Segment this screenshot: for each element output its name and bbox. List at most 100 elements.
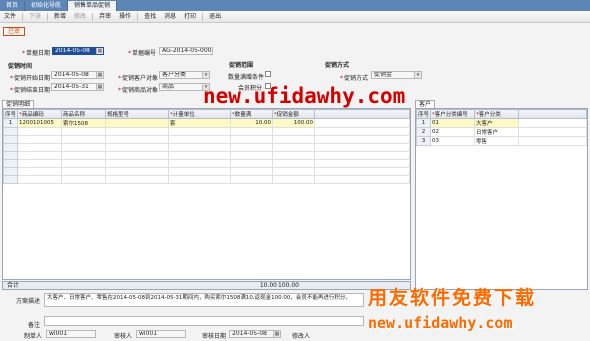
table-row[interactable]: 1 01 大客户 (416, 118, 587, 128)
empty-cell[interactable] (61, 143, 106, 152)
empty-cell[interactable] (17, 143, 62, 152)
cust-code-cell[interactable]: 02 (430, 127, 475, 137)
empty-cell[interactable] (168, 135, 231, 144)
empty-cell[interactable] (230, 159, 273, 168)
empty-cell[interactable] (272, 175, 315, 184)
cust-object-select[interactable]: 客户分类 ▾ (159, 71, 210, 79)
empty-cell[interactable] (230, 143, 273, 152)
goods-amount-cell[interactable]: 100.00 (272, 118, 315, 128)
table-row[interactable] (3, 159, 410, 168)
table-row[interactable] (3, 135, 410, 144)
empty-cell[interactable] (105, 167, 169, 176)
goods-name-cell[interactable]: 索尔1508 (61, 118, 106, 128)
goods-code-cell[interactable]: 1200101005 (17, 118, 62, 128)
col-header-cust-code[interactable]: *客户分类编号 (430, 109, 475, 119)
next-button[interactable]: 下张 (25, 11, 45, 23)
message-button[interactable]: 消息 (160, 11, 180, 23)
table-row[interactable]: 1 1200101005 索尔1508 套 10.00 100.00 (3, 118, 410, 128)
file-menu[interactable]: 文件 (0, 11, 20, 23)
empty-cell[interactable] (230, 167, 273, 176)
empty-cell[interactable] (272, 127, 315, 136)
table-row[interactable] (3, 167, 410, 176)
empty-cell[interactable] (17, 135, 62, 144)
table-row[interactable] (3, 151, 410, 160)
find-button[interactable]: 查找 (140, 11, 160, 23)
desc-field[interactable]: 大客户、日常客户、零售在2014-05-08到2014-05-31期间内，购买索… (44, 293, 364, 307)
tab-promo-detail[interactable]: 促销明细 (2, 100, 35, 108)
empty-cell[interactable] (105, 143, 169, 152)
empty-cell[interactable] (17, 159, 62, 168)
empty-cell[interactable] (61, 159, 106, 168)
empty-cell[interactable] (230, 135, 273, 144)
empty-cell[interactable] (17, 151, 62, 160)
empty-cell[interactable] (272, 143, 315, 152)
calendar-icon[interactable]: ▦ (96, 72, 103, 78)
col-header-unit[interactable]: *计量单位 (168, 109, 231, 119)
cust-class-cell[interactable]: 大客户 (474, 118, 519, 128)
empty-cell[interactable] (230, 151, 273, 160)
unaudit-button[interactable]: 弃审 (95, 11, 115, 23)
empty-cell[interactable] (17, 127, 62, 136)
empty-cell[interactable] (105, 175, 169, 184)
empty-cell[interactable] (168, 159, 231, 168)
empty-cell[interactable] (168, 151, 231, 160)
tab-home[interactable]: 首页 (0, 1, 26, 11)
empty-cell[interactable] (61, 127, 106, 136)
modify-button[interactable]: 修改 (70, 11, 90, 23)
empty-cell[interactable] (272, 151, 315, 160)
empty-cell[interactable] (105, 159, 169, 168)
tab-sales-promotion[interactable]: 销售单品促销 (68, 1, 118, 11)
empty-cell[interactable] (61, 135, 106, 144)
table-row[interactable] (3, 127, 410, 136)
doc-no-field[interactable]: AG-2014-05-0004 (159, 47, 213, 55)
empty-cell[interactable] (61, 151, 106, 160)
chevron-down-icon[interactable]: ▾ (202, 72, 209, 78)
calendar-icon[interactable]: ▦ (96, 84, 103, 90)
exit-button[interactable]: 退出 (205, 11, 225, 23)
empty-cell[interactable] (17, 167, 62, 176)
table-row[interactable] (3, 143, 410, 152)
calendar-icon[interactable]: ▦ (273, 331, 280, 337)
col-header-cust-class[interactable]: *客户分类 (474, 109, 519, 119)
empty-cell[interactable] (168, 143, 231, 152)
doc-date-field[interactable]: 2014-05-08 ▦ (52, 47, 104, 55)
calendar-icon[interactable]: ▦ (96, 48, 103, 54)
col-header-amount[interactable]: *促销金额 (272, 109, 315, 119)
promo-method-select[interactable]: 促销金 ▾ (371, 71, 422, 79)
cust-class-cell[interactable]: 日常客户 (474, 127, 519, 137)
chevron-down-icon[interactable]: ▾ (414, 72, 421, 78)
tab-init-navigation[interactable]: 初始化导航 (25, 1, 69, 11)
tab-customer[interactable]: 客户 (415, 100, 436, 108)
cust-class-cell[interactable]: 零售 (474, 136, 519, 146)
goods-qty-cell[interactable]: 10.00 (230, 118, 273, 128)
empty-cell[interactable] (272, 159, 315, 168)
empty-cell[interactable] (105, 151, 169, 160)
empty-cell[interactable] (230, 175, 273, 184)
empty-cell[interactable] (168, 167, 231, 176)
col-header-code[interactable]: *商品编码 (17, 109, 62, 119)
table-row[interactable]: 2 02 日常客户 (416, 127, 587, 137)
col-header-name[interactable]: 商品名称 (61, 109, 106, 119)
empty-cell[interactable] (105, 127, 169, 136)
table-row[interactable] (3, 175, 410, 184)
goods-spec-cell[interactable] (105, 118, 169, 128)
empty-cell[interactable] (61, 175, 106, 184)
col-header-qty[interactable]: *数量满 (230, 109, 273, 119)
end-date-field[interactable]: 2014-05-31 ▦ (51, 83, 104, 91)
add-button[interactable]: 新增 (50, 11, 70, 23)
cust-code-cell[interactable]: 03 (430, 136, 475, 146)
empty-cell[interactable] (105, 135, 169, 144)
print-menu[interactable]: 打印 (180, 11, 200, 23)
start-date-field[interactable]: 2014-05-08 ▦ (51, 71, 104, 79)
table-row[interactable]: 3 03 零售 (416, 136, 587, 146)
empty-cell[interactable] (168, 127, 231, 136)
empty-cell[interactable] (168, 175, 231, 184)
empty-cell[interactable] (17, 175, 62, 184)
remark-field[interactable] (44, 316, 364, 326)
goods-unit-cell[interactable]: 套 (168, 118, 231, 128)
operate-menu[interactable]: 操作 (115, 11, 135, 23)
empty-cell[interactable] (272, 167, 315, 176)
qty-condition-checkbox[interactable] (265, 71, 271, 77)
empty-cell[interactable] (230, 127, 273, 136)
empty-cell[interactable] (272, 135, 315, 144)
